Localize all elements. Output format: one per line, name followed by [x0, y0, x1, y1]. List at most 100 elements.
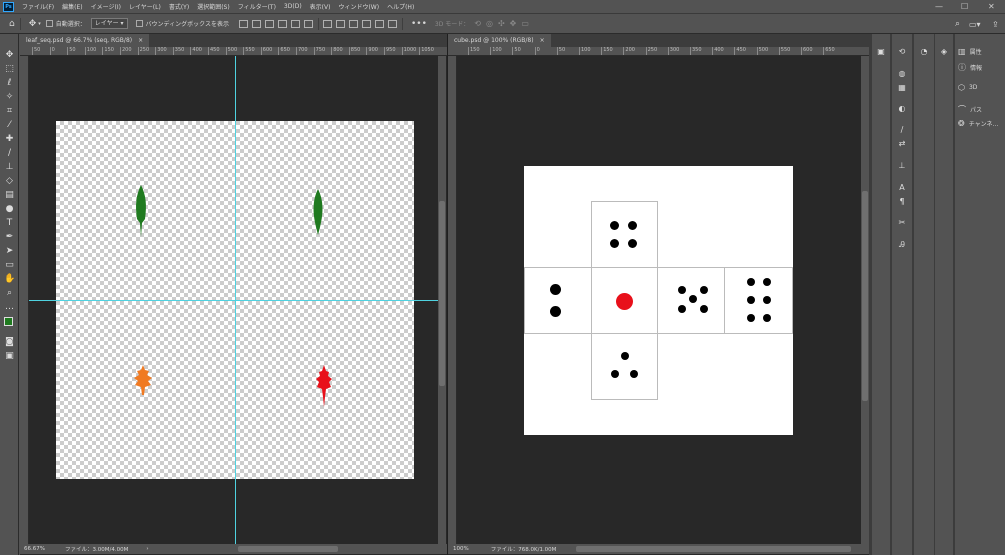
layers-icon[interactable]: ◈ — [938, 46, 950, 58]
type-tool-icon[interactable]: T — [4, 218, 15, 229]
color-icon[interactable]: ◍ — [896, 68, 908, 80]
minimize-button[interactable]: — — [935, 2, 943, 12]
move-tool-icon[interactable]: ✥ — [29, 17, 37, 31]
move-tool-icon[interactable]: ✥ — [4, 50, 15, 61]
menu-type[interactable]: 書式(Y) — [165, 2, 193, 11]
bbox-option[interactable]: バウンディングボックスを表示 — [135, 17, 229, 31]
healing-brush-icon[interactable]: ✚ — [4, 134, 15, 145]
swatches-icon[interactable]: ▦ — [896, 82, 908, 94]
libraries-icon[interactable]: ◔ — [918, 46, 930, 58]
guide-horizontal[interactable] — [29, 300, 439, 301]
panel-item-channels[interactable]: ❂ チャンネ... — [958, 119, 998, 128]
paragraph-icon[interactable]: ¶ — [896, 196, 908, 208]
home-icon[interactable]: ⌂ — [9, 17, 15, 31]
document-tab-leaf-seq[interactable]: leaf_seq.psd @ 66.7% (seq, RGB/8) × — [20, 34, 150, 47]
scrollbar-horizontal-left[interactable] — [238, 546, 338, 552]
auto-select-checkbox[interactable] — [45, 20, 53, 27]
hand-tool-icon[interactable]: ✋ — [4, 274, 15, 285]
adjustments-icon[interactable]: ◐ — [896, 103, 908, 115]
path-select-icon[interactable]: ➤ — [4, 246, 15, 257]
tool-preset-chevron-icon[interactable]: ▾ — [38, 17, 41, 31]
close-tab-icon[interactable]: × — [540, 34, 545, 47]
history-icon[interactable]: ⟲ — [896, 46, 908, 58]
clone-source-icon[interactable]: ⊥ — [896, 160, 908, 172]
panel-item-info[interactable]: ⓘ 情報 — [958, 62, 982, 73]
brush-settings-icon[interactable]: ∕ — [896, 124, 908, 136]
align-right-icon[interactable] — [264, 19, 274, 28]
menu-select[interactable]: 選択範囲(S) — [193, 2, 234, 11]
align-bottom-icon[interactable] — [303, 19, 313, 28]
artboard-icon[interactable]: ▣ — [875, 46, 887, 58]
more-options-icon[interactable]: ••• — [411, 17, 427, 31]
zoom-level[interactable]: 100% — [453, 546, 469, 552]
3d-orbit-icon[interactable]: ⟲ — [474, 17, 481, 31]
scrollbar-vertical-left[interactable] — [438, 56, 446, 544]
maximize-button[interactable]: ☐ — [961, 2, 968, 12]
distribute-right-icon[interactable] — [387, 19, 397, 28]
share-icon[interactable]: ⇪ — [992, 17, 999, 31]
distribute-center-icon[interactable] — [374, 19, 384, 28]
bbox-checkbox[interactable] — [135, 20, 143, 27]
menu-file[interactable]: ファイル(F) — [18, 2, 58, 11]
status-menu-chevron-icon[interactable]: › — [146, 546, 148, 552]
character-icon[interactable]: A — [896, 182, 908, 194]
menu-image[interactable]: イメージ(I) — [87, 2, 125, 11]
distribute-bottom-icon[interactable] — [348, 19, 358, 28]
auto-select-option[interactable]: 自動選択： — [45, 17, 86, 31]
marquee-tool-icon[interactable]: ⬚ — [4, 64, 15, 75]
3d-camera-icon[interactable]: ▭ — [521, 17, 529, 31]
panel-strip-2: ⟲ ◍ ▦ ◐ ∕ ⇄ ⊥ A ¶ ✂ Ꭿ — [892, 34, 912, 555]
menu-help[interactable]: ヘルプ(H) — [383, 2, 418, 11]
canvas-cube-net[interactable] — [524, 166, 793, 435]
zoom-tool-icon[interactable]: ⌕ — [4, 288, 15, 299]
brush-tool-icon[interactable]: ∕ — [4, 148, 15, 159]
distribute-middle-icon[interactable] — [335, 19, 345, 28]
ruler-tick-label: 350 — [172, 47, 184, 55]
layer-select-dropdown[interactable]: レイヤー ▾ — [90, 18, 128, 29]
magic-wand-icon[interactable]: ✧ — [4, 92, 15, 103]
menu-edit[interactable]: 編集(E) — [58, 2, 86, 11]
close-tab-icon[interactable]: × — [138, 34, 143, 47]
lasso-tool-icon[interactable]: ℓ — [4, 78, 15, 89]
tools-preset-icon[interactable]: ✂ — [896, 217, 908, 229]
menu-view[interactable]: 表示(V) — [306, 2, 335, 11]
menu-window[interactable]: ウィンドウ(W) — [334, 2, 383, 11]
scrollbar-horizontal-right[interactable] — [576, 546, 851, 552]
menu-layer[interactable]: レイヤー(L) — [125, 2, 165, 11]
sliders-icon[interactable]: ⇄ — [896, 138, 908, 150]
shape-tool-icon[interactable]: ▭ — [4, 260, 15, 271]
document-tab-title: leaf_seq.psd @ 66.7% (seq, RGB/8) — [26, 37, 133, 44]
3d-roll-icon[interactable]: ◎ — [486, 17, 493, 31]
foreground-color-swatch[interactable] — [4, 317, 13, 326]
panel-item-properties[interactable]: ▥ 属性 — [958, 47, 982, 56]
panel-item-paths[interactable]: ⌒ パス — [958, 104, 982, 115]
edit-toolbar-icon[interactable]: … — [4, 302, 15, 313]
scrollbar-vertical-right[interactable] — [861, 56, 869, 544]
eyedropper-icon[interactable]: ⁄ — [4, 120, 15, 131]
align-left-icon[interactable] — [238, 19, 248, 28]
gradient-tool-icon[interactable]: ▤ — [4, 190, 15, 201]
distribute-top-icon[interactable] — [322, 19, 332, 28]
crop-tool-icon[interactable]: ⌗ — [4, 106, 15, 117]
align-top-icon[interactable] — [277, 19, 287, 28]
glyphs-icon[interactable]: Ꭿ — [896, 239, 908, 251]
3d-slide-icon[interactable]: ✥ — [510, 17, 517, 31]
3d-pan-icon[interactable]: ✣ — [498, 17, 505, 31]
quick-mask-icon[interactable]: ◙ — [4, 337, 15, 348]
menu-3d[interactable]: 3D(D) — [280, 3, 306, 10]
document-tab-cube[interactable]: cube.psd @ 100% (RGB/8) × — [448, 34, 551, 47]
menu-filter[interactable]: フィルター(T) — [234, 2, 280, 11]
search-icon[interactable]: ⌕ — [955, 17, 960, 31]
align-middle-icon[interactable] — [290, 19, 300, 28]
eraser-tool-icon[interactable]: ◇ — [4, 176, 15, 187]
panel-item-3d[interactable]: ⬡ 3D — [958, 83, 977, 92]
workspace-icon[interactable]: ▭▾ — [969, 17, 981, 31]
align-center-icon[interactable] — [251, 19, 261, 28]
close-window-button[interactable]: ✕ — [988, 2, 995, 12]
stamp-tool-icon[interactable]: ⊥ — [4, 162, 15, 173]
dodge-tool-icon[interactable]: ● — [4, 204, 15, 215]
screen-mode-icon[interactable]: ▣ — [4, 351, 15, 362]
distribute-left-icon[interactable] — [361, 19, 371, 28]
zoom-level[interactable]: 66.67% — [24, 546, 45, 552]
pen-tool-icon[interactable]: ✒ — [4, 232, 15, 243]
